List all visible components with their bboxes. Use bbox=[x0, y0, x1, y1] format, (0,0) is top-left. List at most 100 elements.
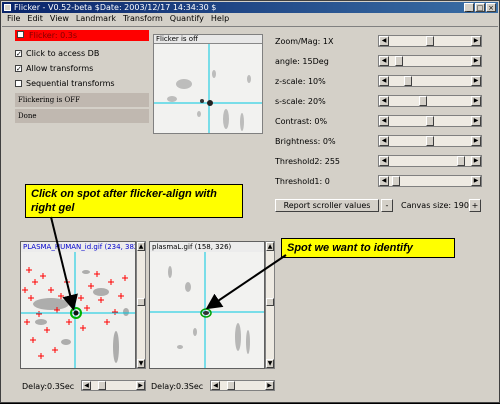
right-gel-delay: Delay:0.3Sec bbox=[151, 382, 204, 391]
menu-landmark[interactable]: Landmark bbox=[76, 13, 116, 25]
scroll-left-arrow-icon[interactable]: ◀ bbox=[379, 36, 389, 46]
menu-view[interactable]: View bbox=[50, 13, 69, 25]
close-button[interactable]: × bbox=[486, 3, 496, 12]
left-callout: Click on spot after flicker-align with r… bbox=[25, 184, 243, 218]
slider-thumb[interactable] bbox=[426, 36, 434, 46]
allow-transforms-option[interactable]: ✓ Allow transforms bbox=[15, 62, 93, 74]
flicker-status-bar[interactable]: Flicker: 0.3s bbox=[15, 30, 149, 41]
scroll-right-arrow-icon[interactable]: ▶ bbox=[471, 56, 481, 66]
control-slider[interactable]: ◀ ▶ bbox=[378, 175, 482, 187]
scroll-left-arrow-icon[interactable]: ◀ bbox=[82, 381, 91, 390]
scroll-thumb[interactable] bbox=[98, 381, 106, 390]
scroll-down-arrow-icon[interactable]: ▼ bbox=[266, 359, 274, 368]
control-slider[interactable]: ◀ ▶ bbox=[378, 115, 482, 127]
menu-edit[interactable]: Edit bbox=[27, 13, 43, 25]
left-gel-vscroll[interactable]: ▲ ▼ bbox=[136, 241, 146, 369]
canvas-shrink-button[interactable]: - bbox=[381, 199, 393, 212]
control-slider[interactable]: ◀ ▶ bbox=[378, 155, 482, 167]
scroll-right-arrow-icon[interactable]: ▶ bbox=[471, 76, 481, 86]
scroll-left-arrow-icon[interactable]: ◀ bbox=[379, 176, 389, 186]
flicker-view-image bbox=[154, 44, 262, 133]
focused-spot bbox=[207, 100, 213, 106]
scroll-up-arrow-icon[interactable]: ▲ bbox=[266, 242, 274, 251]
slider-thumb[interactable] bbox=[457, 156, 465, 166]
minimize-button[interactable]: _ bbox=[464, 3, 474, 12]
flicker-view[interactable]: Flicker is off bbox=[153, 34, 263, 134]
window-controls: _ □ × bbox=[464, 3, 496, 12]
scroll-right-arrow-icon[interactable]: ▶ bbox=[136, 381, 145, 390]
left-gel-delay: Delay:0.3Sec bbox=[22, 382, 75, 391]
slider-thumb[interactable] bbox=[404, 76, 412, 86]
canvas-size-label: Canvas size: 190 bbox=[401, 201, 469, 210]
right-gel-vscroll[interactable]: ▲ ▼ bbox=[265, 241, 275, 369]
scroll-left-arrow-icon[interactable]: ◀ bbox=[379, 116, 389, 126]
window-title: Flicker - V0.52-beta $Date: 2003/12/17 1… bbox=[14, 3, 217, 12]
app-icon bbox=[4, 4, 11, 11]
scroll-left-arrow-icon[interactable]: ◀ bbox=[379, 56, 389, 66]
control-label: Threshold2: 255 bbox=[275, 157, 341, 166]
sequential-transforms-checkbox[interactable] bbox=[15, 79, 22, 87]
application-window: Flicker - V0.52-beta $Date: 2003/12/17 1… bbox=[0, 0, 500, 403]
slider-thumb[interactable] bbox=[392, 176, 400, 186]
control-slider[interactable]: ◀ ▶ bbox=[378, 135, 482, 147]
right-gel-panel[interactable]: plasmaL.gif (158, 326) bbox=[149, 241, 265, 369]
scroll-right-arrow-icon[interactable]: ▶ bbox=[471, 156, 481, 166]
scroll-thumb[interactable] bbox=[266, 298, 274, 306]
control-label: Brightness: 0% bbox=[275, 137, 336, 146]
left-gel-panel[interactable]: PLASMA_HUMAN_id.gif (234, 382) bbox=[20, 241, 136, 369]
right-gel-image[interactable] bbox=[150, 252, 265, 369]
control-slider[interactable]: ◀ ▶ bbox=[378, 95, 482, 107]
sequential-transforms-option[interactable]: Sequential transforms bbox=[15, 77, 115, 89]
scroll-down-arrow-icon[interactable]: ▼ bbox=[137, 359, 145, 368]
report-scroller-values-button[interactable]: Report scroller values bbox=[275, 199, 379, 212]
control-slider[interactable]: ◀ ▶ bbox=[378, 75, 482, 87]
control-slider[interactable]: ◀ ▶ bbox=[378, 35, 482, 47]
db-access-checkbox[interactable]: ✓ bbox=[15, 49, 22, 57]
menu-help[interactable]: Help bbox=[211, 13, 229, 25]
db-access-option[interactable]: ✓ Click to access DB bbox=[15, 47, 99, 59]
left-gel-hscroll[interactable]: ◀ ▶ bbox=[81, 380, 146, 391]
allow-transforms-checkbox[interactable]: ✓ bbox=[15, 64, 22, 72]
scroll-right-arrow-icon[interactable]: ▶ bbox=[471, 176, 481, 186]
sequential-transforms-label: Sequential transforms bbox=[26, 78, 115, 88]
scroll-right-arrow-icon[interactable]: ▶ bbox=[471, 36, 481, 46]
control-label: Zoom/Mag: 1X bbox=[275, 37, 334, 46]
menu-bar: File Edit View Landmark Transform Quanti… bbox=[2, 13, 498, 25]
flicker-view-header: Flicker is off bbox=[154, 35, 262, 44]
scroll-left-arrow-icon[interactable]: ◀ bbox=[379, 136, 389, 146]
scroll-right-arrow-icon[interactable]: ▶ bbox=[471, 136, 481, 146]
scroll-left-arrow-icon[interactable]: ◀ bbox=[211, 381, 220, 390]
title-bar: Flicker - V0.52-beta $Date: 2003/12/17 1… bbox=[2, 2, 498, 13]
control-label: s-scale: 20% bbox=[275, 97, 326, 106]
scroll-right-arrow-icon[interactable]: ▶ bbox=[471, 96, 481, 106]
right-target-spot bbox=[203, 311, 209, 315]
control-slider[interactable]: ◀ ▶ bbox=[378, 55, 482, 67]
scroll-right-arrow-icon[interactable]: ▶ bbox=[471, 116, 481, 126]
canvas-grow-button[interactable]: + bbox=[469, 199, 481, 212]
right-gel-hscroll[interactable]: ◀ ▶ bbox=[210, 380, 275, 391]
slider-thumb[interactable] bbox=[426, 136, 434, 146]
left-gel-image[interactable] bbox=[21, 252, 136, 369]
scroll-up-arrow-icon[interactable]: ▲ bbox=[137, 242, 145, 251]
menu-quantify[interactable]: Quantify bbox=[170, 13, 204, 25]
done-status-text: Done bbox=[15, 109, 149, 123]
scroll-left-arrow-icon[interactable]: ◀ bbox=[379, 96, 389, 106]
scroll-right-arrow-icon[interactable]: ▶ bbox=[265, 381, 274, 390]
slider-thumb[interactable] bbox=[419, 96, 427, 106]
flicker-checkbox[interactable] bbox=[17, 31, 24, 38]
slider-thumb[interactable] bbox=[426, 116, 434, 126]
slider-thumb[interactable] bbox=[395, 56, 403, 66]
scroll-thumb[interactable] bbox=[227, 381, 235, 390]
right-callout: Spot we want to identify bbox=[281, 238, 455, 258]
menu-file[interactable]: File bbox=[7, 13, 20, 25]
control-label: Contrast: 0% bbox=[275, 117, 328, 126]
scroll-left-arrow-icon[interactable]: ◀ bbox=[379, 76, 389, 86]
scroll-thumb[interactable] bbox=[137, 298, 145, 306]
maximize-button[interactable]: □ bbox=[475, 3, 485, 12]
allow-transforms-label: Allow transforms bbox=[26, 63, 94, 73]
flicker-status-text: Flickering is OFF bbox=[15, 93, 149, 107]
scroll-left-arrow-icon[interactable]: ◀ bbox=[379, 156, 389, 166]
right-gel-header: plasmaL.gif (158, 326) bbox=[150, 242, 264, 252]
menu-transform[interactable]: Transform bbox=[123, 13, 163, 25]
control-label: z-scale: 10% bbox=[275, 77, 326, 86]
